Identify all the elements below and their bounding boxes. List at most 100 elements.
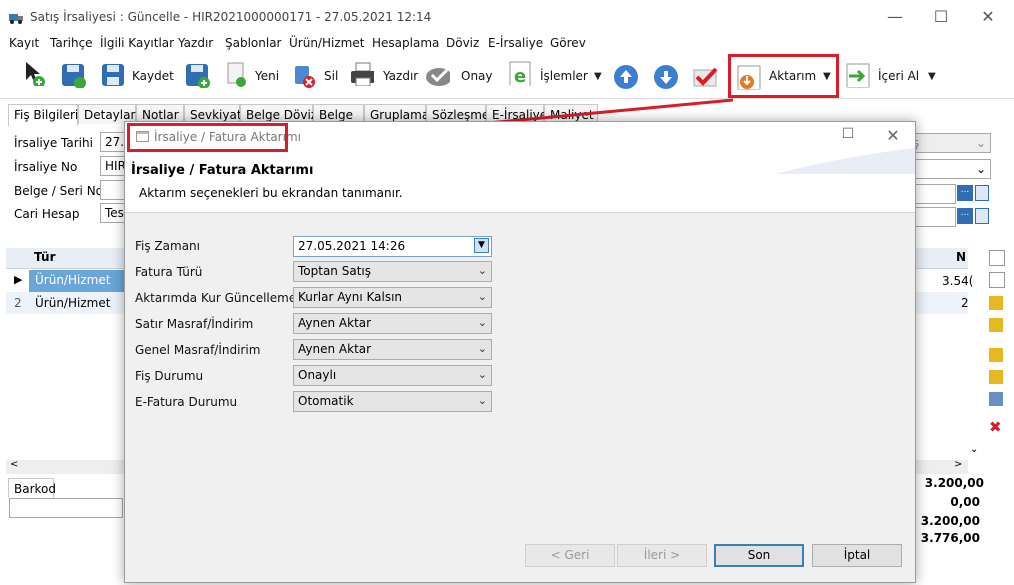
move-top-icon[interactable] <box>989 250 1005 266</box>
yazdir-label[interactable]: Yazdır <box>383 69 418 83</box>
tab-fis-bilgileri[interactable]: Fiş Bilgileri <box>8 104 78 126</box>
fis-durumu-select[interactable]: Onaylı ⌄ <box>293 365 492 386</box>
new-document-icon[interactable] <box>226 62 252 88</box>
dialog-title-highlight <box>127 123 288 152</box>
dialog-subheading: Aktarım seçenekleri bu ekrandan tanımanı… <box>139 186 403 200</box>
cancel-button[interactable]: İptal <box>812 544 902 567</box>
approve-icon[interactable] <box>424 60 450 86</box>
copy-row-icon[interactable] <box>989 370 1003 384</box>
move-down-icon[interactable] <box>989 296 1003 310</box>
e-fatura-durumu-value: Otomatik <box>298 394 354 408</box>
menu-ilgili-kayitlar[interactable]: İlgili Kayıtlar <box>100 36 174 50</box>
save-refresh-icon[interactable] <box>60 62 86 88</box>
islemler-label[interactable]: İşlemler <box>540 69 588 83</box>
onay-label[interactable]: Onay <box>461 69 493 83</box>
aktarim-label[interactable]: Aktarım <box>769 69 816 83</box>
fatura-turu-value: Toptan Satış <box>298 264 371 278</box>
menu-gorev[interactable]: Görev <box>550 36 586 50</box>
e-fatura-durumu-select[interactable]: Otomatik ⌄ <box>293 391 492 412</box>
sil-label[interactable]: Sil <box>324 69 338 83</box>
menu-tarihce[interactable]: Tarihçe <box>50 36 93 50</box>
next-button[interactable]: İleri > <box>617 544 707 567</box>
aktarim-caret-icon[interactable]: ▼ <box>823 71 831 82</box>
iceri-al-caret-icon[interactable]: ▼ <box>928 71 936 82</box>
fis-durumu-value: Onaylı <box>298 368 337 382</box>
toolbar: Kaydet Yeni Sil Yazdır Onay e İşlemler ▼… <box>0 54 1014 99</box>
dialog-close-button[interactable]: ✕ <box>882 126 904 148</box>
transfer-icon[interactable] <box>736 64 762 90</box>
menu-urun-hizmet[interactable]: Ürün/Hizmet <box>289 36 364 50</box>
window-title: Satış İrsaliyesi : Güncelle - HIR2021000… <box>30 10 432 24</box>
col-n[interactable]: N <box>956 250 966 264</box>
chevron-down-icon: ⌄ <box>477 368 487 381</box>
fatura-turu-select[interactable]: Toptan Satış ⌄ <box>293 261 492 282</box>
list-button[interactable] <box>975 208 989 224</box>
check-list-icon[interactable] <box>692 64 718 90</box>
maximize-button[interactable]: ☐ <box>930 6 952 28</box>
kur-guncellemesi-value: Kurlar Aynı Kalsın <box>298 290 403 304</box>
kur-guncellemesi-select[interactable]: Kurlar Aynı Kalsın ⌄ <box>293 287 492 308</box>
split-row-icon[interactable] <box>989 392 1003 406</box>
barkod-input[interactable] <box>9 498 123 518</box>
new-record-icon[interactable] <box>22 60 48 86</box>
delete-row-icon[interactable]: ✖ <box>989 418 1002 436</box>
save-icon[interactable] <box>100 62 126 88</box>
save-new-icon[interactable] <box>184 62 210 88</box>
arrow-up-icon[interactable] <box>613 64 639 90</box>
window-title-bar: Satış İrsaliyesi : Güncelle - HIR2021000… <box>0 0 1014 34</box>
chevron-down-icon: ⌄ <box>477 394 487 407</box>
total-3: 3.200,00 <box>920 514 980 528</box>
lookup-button[interactable]: ... <box>957 208 973 224</box>
menu-yazdir[interactable]: Yazdır <box>178 36 213 50</box>
chevron-down-icon[interactable]: ▼ <box>474 238 489 253</box>
kaydet-label[interactable]: Kaydet <box>132 69 174 83</box>
yeni-label[interactable]: Yeni <box>255 69 279 83</box>
islemler-caret-icon[interactable]: ▼ <box>594 71 602 82</box>
total-4: 3.776,00 <box>920 531 980 545</box>
col-tur[interactable]: Tür <box>34 250 56 264</box>
cell-tur[interactable]: Ürün/Hizmet <box>29 270 133 292</box>
insert-row-icon[interactable] <box>989 348 1003 362</box>
finish-button[interactable]: Son <box>714 544 804 567</box>
satir-masraf-select[interactable]: Aynen Aktar ⌄ <box>293 313 492 334</box>
genel-masraf-select[interactable]: Aynen Aktar ⌄ <box>293 339 492 360</box>
list-button[interactable] <box>975 185 989 201</box>
fis-durumu-label: Fiş Durumu <box>135 369 204 383</box>
satir-masraf-value: Aynen Aktar <box>298 316 372 330</box>
tab-barkod[interactable]: Barkod <box>8 478 56 498</box>
cell-tur[interactable]: Ürün/Hizmet <box>35 296 110 310</box>
printer-icon[interactable] <box>348 60 374 86</box>
move-up-icon[interactable] <box>989 272 1005 288</box>
fis-zamani-picker[interactable]: 27.05.2021 14:26 ▼ <box>293 236 492 257</box>
belge-seri-label: Belge / Seri No <box>14 184 104 198</box>
scroll-left-icon[interactable]: < <box>10 459 18 470</box>
import-icon[interactable] <box>845 62 871 88</box>
delete-icon[interactable] <box>291 62 317 88</box>
menu-bar: Kayıt Tarihçe İlgili Kayıtlar Yazdır Şab… <box>0 34 1014 54</box>
menu-doviz[interactable]: Döviz <box>446 36 479 50</box>
menu-e-irsaliye[interactable]: E-İrsaliye <box>488 36 543 50</box>
cell-n[interactable]: 3.54( <box>942 274 973 288</box>
truck-icon <box>9 14 23 24</box>
dialog-maximize-button[interactable]: ☐ <box>837 126 859 148</box>
transfer-dialog: İrsaliye / Fatura Aktarımı ☐ ✕ İrsaliye … <box>124 121 916 583</box>
back-button[interactable]: < Geri <box>525 544 615 567</box>
operations-icon[interactable]: e <box>508 60 534 86</box>
close-button[interactable]: ✕ <box>977 6 999 28</box>
fis-zamani-label: Fiş Zamanı <box>135 239 200 253</box>
total-1: 3.200,00 <box>924 476 984 490</box>
menu-hesaplama[interactable]: Hesaplama <box>372 36 439 50</box>
e-fatura-durumu-label: E-Fatura Durumu <box>135 395 238 409</box>
menu-sablonlar[interactable]: Şablonlar <box>225 36 282 50</box>
fatura-turu-label: Fatura Türü <box>135 265 203 279</box>
cari-hesap-label: Cari Hesap <box>14 207 80 221</box>
iceri-al-label[interactable]: İçeri Al <box>878 69 919 83</box>
lookup-button[interactable]: ... <box>957 185 973 201</box>
cell-n[interactable]: 2 <box>961 296 969 310</box>
move-bottom-icon[interactable] <box>989 318 1003 332</box>
minimize-button[interactable]: — <box>884 6 906 28</box>
arrow-down-icon[interactable] <box>653 64 679 90</box>
scroll-right-icon[interactable]: > <box>954 459 962 470</box>
scroll-down-icon[interactable]: ⌄ <box>970 444 978 455</box>
menu-kayit[interactable]: Kayıt <box>9 36 39 50</box>
